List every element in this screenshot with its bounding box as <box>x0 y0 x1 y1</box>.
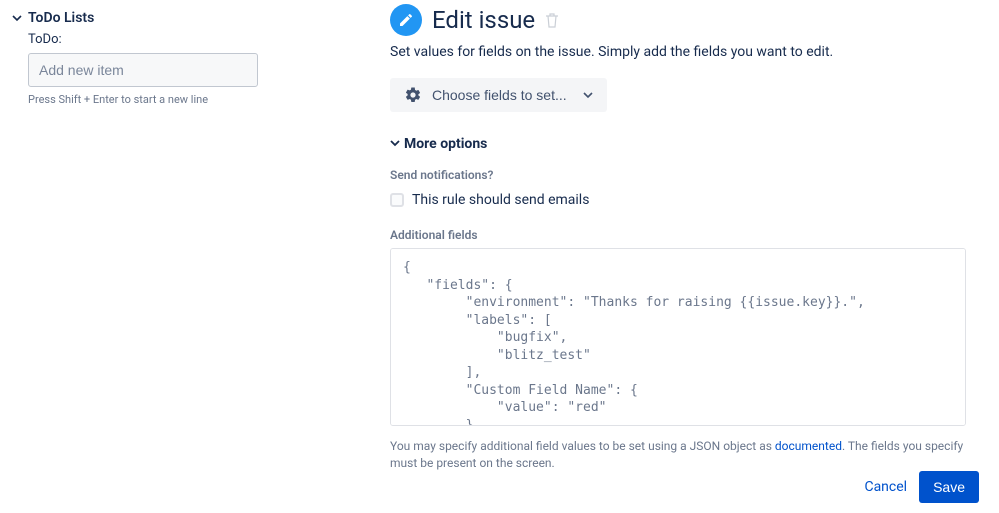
page-title: Edit issue <box>432 6 535 34</box>
additional-fields-label: Additional fields <box>390 228 979 242</box>
additional-fields-textarea[interactable] <box>390 248 966 426</box>
todo-hint: Press Shift + Enter to start a new line <box>28 93 253 106</box>
more-options-toggle[interactable]: More options <box>390 136 979 152</box>
save-button[interactable]: Save <box>919 471 979 503</box>
todo-header[interactable]: ToDo Lists <box>10 10 253 26</box>
chevron-down-icon <box>10 11 24 25</box>
todo-subtitle: ToDo: <box>28 32 253 47</box>
page-description: Set values for fields on the issue. Simp… <box>390 44 979 60</box>
gear-icon <box>404 86 422 104</box>
send-emails-label: This rule should send emails <box>412 192 589 208</box>
documented-link[interactable]: documented <box>775 439 842 453</box>
chevron-down-icon <box>583 87 593 103</box>
send-emails-checkbox[interactable] <box>390 193 404 207</box>
send-notifications-label: Send notifications? <box>390 168 979 182</box>
choose-fields-button[interactable]: Choose fields to set... <box>390 78 607 112</box>
cancel-button[interactable]: Cancel <box>864 479 907 495</box>
edit-icon <box>390 4 422 36</box>
choose-fields-label: Choose fields to set... <box>432 87 567 103</box>
edit-issue-panel: Edit issue Set values for fields on the … <box>265 0 999 513</box>
more-options-label: More options <box>404 136 487 152</box>
chevron-down-icon <box>390 136 400 152</box>
todo-panel: ToDo Lists ToDo: Press Shift + Enter to … <box>0 0 265 513</box>
todo-title: ToDo Lists <box>28 10 94 26</box>
todo-input[interactable] <box>28 53 258 87</box>
trash-icon[interactable] <box>545 12 559 28</box>
help-pre: You may specify additional field values … <box>390 439 775 453</box>
help-text: You may specify additional field values … <box>390 438 966 472</box>
